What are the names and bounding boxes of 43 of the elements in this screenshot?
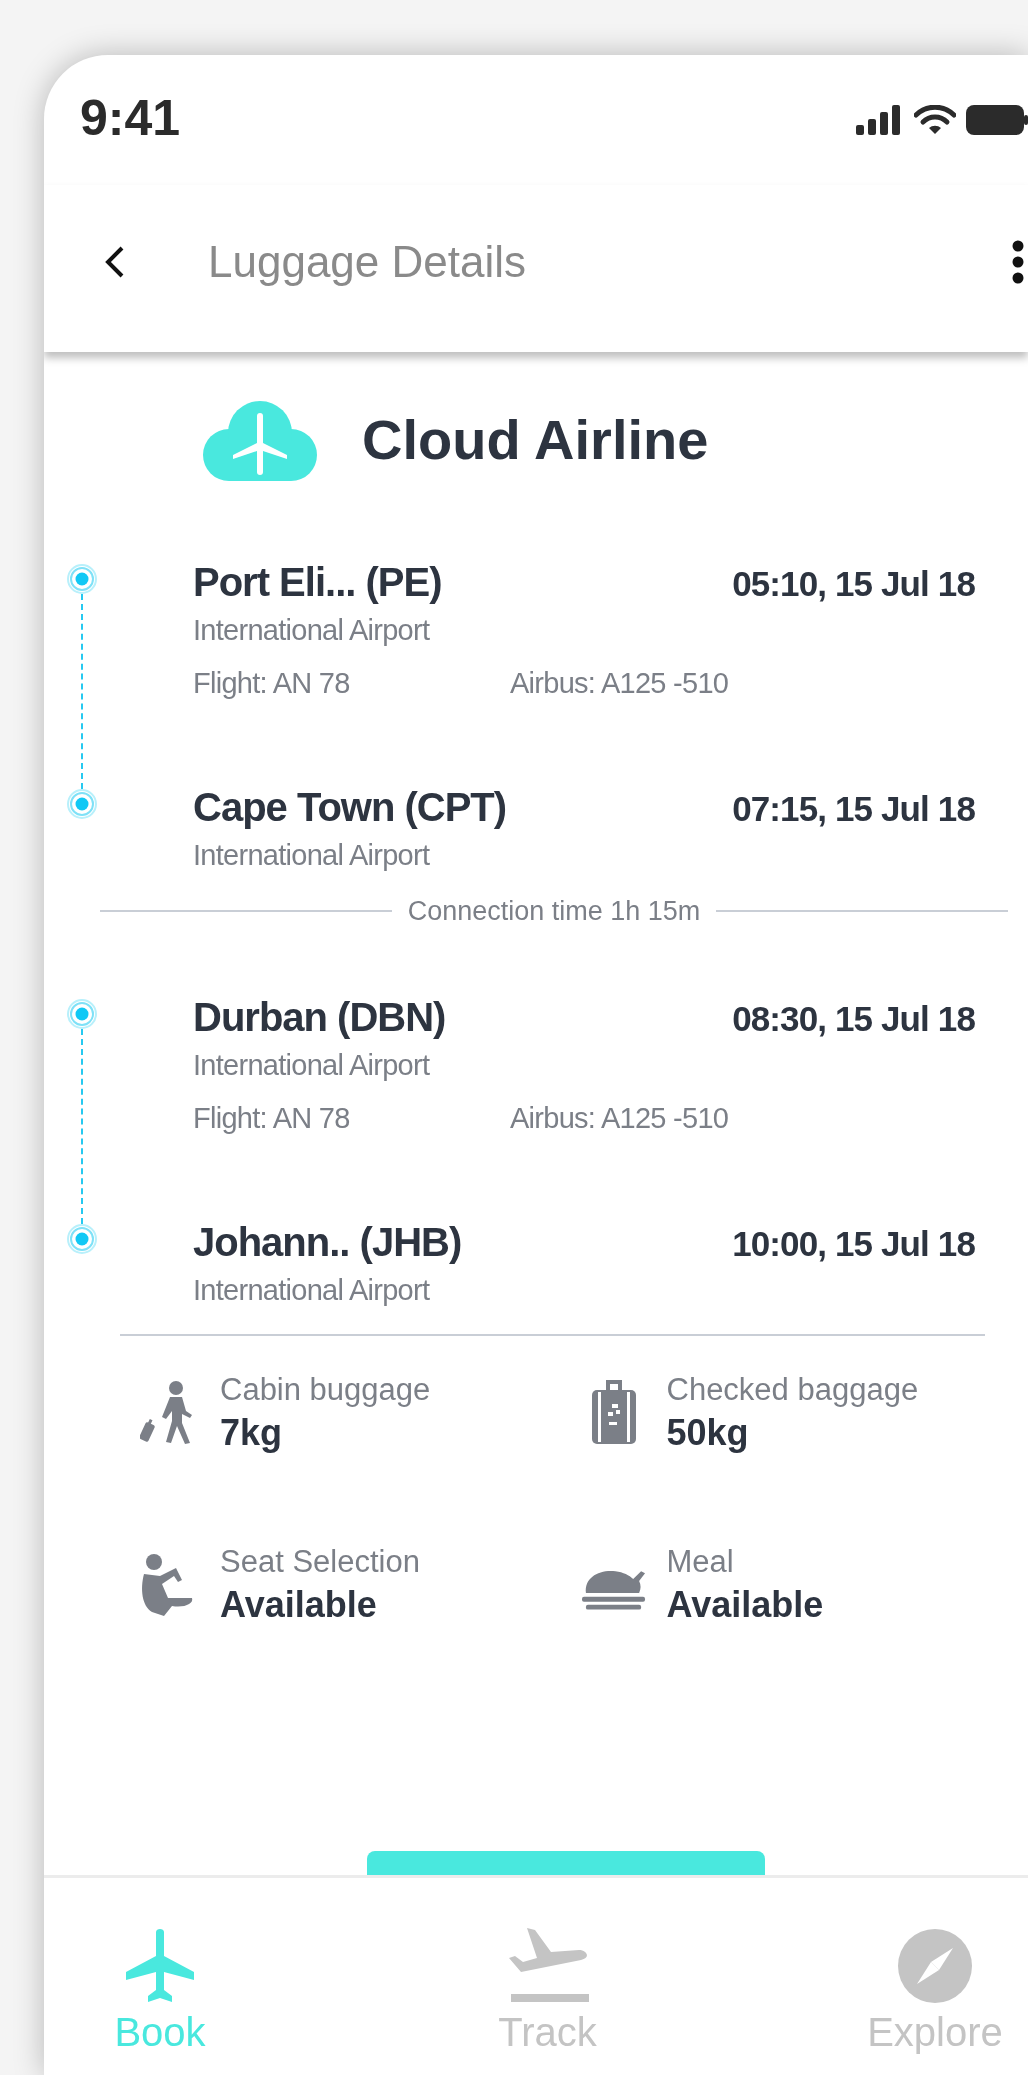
- airport-name: International Airport: [193, 838, 431, 873]
- airport-city: Port Eli... (PE): [193, 559, 442, 606]
- airport-name: International Airport: [193, 1048, 431, 1083]
- airport-city: Cape Town (CPT): [193, 784, 507, 831]
- airplane-icon: [124, 1928, 196, 2004]
- timeline-dot-icon: [67, 999, 97, 1029]
- amenity-label: Checked baggage: [666, 1371, 919, 1409]
- nav-tab[interactable]: Book: [80, 1928, 240, 2075]
- amenity-value: 7kg: [220, 1410, 284, 1455]
- more-icon[interactable]: [1012, 239, 1024, 284]
- departure-time: 10:00, 15 Jul 18: [732, 1223, 975, 1265]
- airport-city: Johann.. (JHB): [193, 1219, 462, 1266]
- amenity-label: Cabin buggage: [220, 1371, 431, 1409]
- nav-tab[interactable]: Explore: [855, 1928, 1015, 2075]
- nav-tab[interactable]: Track: [467, 1928, 628, 2075]
- connection-time: Connection time 1h 15m: [407, 894, 701, 928]
- airport-name: International Airport: [193, 613, 431, 648]
- flight-number: Flight: AN 78: [193, 666, 351, 702]
- flight-number: Flight: AN 78: [193, 1101, 351, 1137]
- wifi-icon: [914, 105, 956, 135]
- page-title: Luggage Details: [208, 235, 527, 288]
- airport-city: Durban (DBN): [193, 994, 446, 1041]
- compass-icon: [897, 1928, 973, 2004]
- departure-time: 05:10, 15 Jul 18: [732, 563, 975, 605]
- timeline-dot-icon: [67, 1224, 97, 1254]
- amenity-value: Available: [666, 1582, 824, 1627]
- airline-name: Cloud Airline: [362, 407, 709, 473]
- departure-time: 08:30, 15 Jul 18: [732, 998, 975, 1040]
- back-icon[interactable]: [104, 244, 126, 279]
- battery-icon: [966, 105, 1028, 135]
- amenity-value: 50kg: [666, 1410, 750, 1455]
- departing-plane-icon: [506, 1928, 589, 2004]
- airport-name: International Airport: [193, 1273, 431, 1308]
- suitcase-icon: [592, 1379, 636, 1446]
- departure-time: 07:15, 15 Jul 18: [732, 788, 975, 830]
- aircraft-type: Airbus: A125 -510: [510, 666, 729, 702]
- timeline-dot-icon: [67, 564, 97, 594]
- amenity-value: Available: [220, 1582, 378, 1627]
- status-time: 9:41: [80, 93, 181, 143]
- amenity-label: Meal: [666, 1542, 735, 1581]
- timeline-dot-icon: [67, 789, 97, 819]
- amenity-label: Seat Selection: [220, 1542, 420, 1581]
- aircraft-type: Airbus: A125 -510: [510, 1101, 729, 1137]
